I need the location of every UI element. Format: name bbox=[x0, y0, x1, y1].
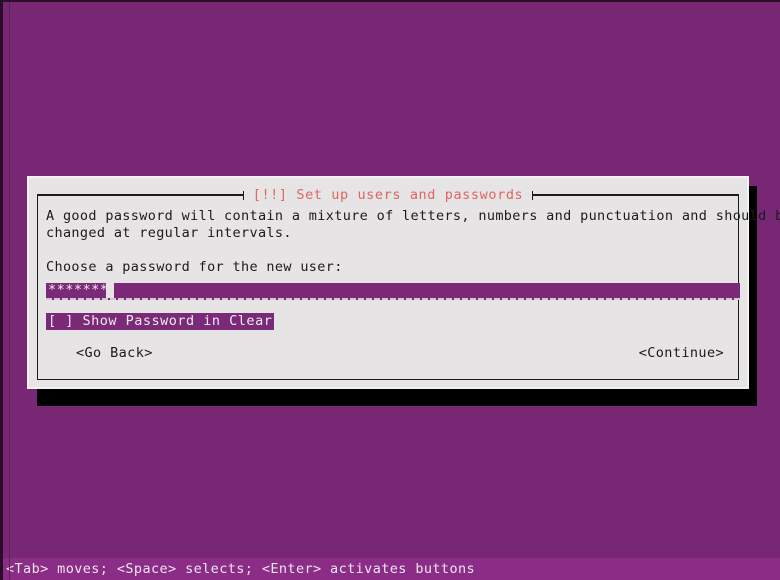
dialog-button-row: <Go Back> <Continue> bbox=[46, 344, 730, 362]
password-field-underline bbox=[46, 298, 740, 300]
setup-dialog: [!!] Set up users and passwords A good p… bbox=[27, 176, 780, 389]
text-cursor bbox=[106, 283, 114, 298]
description-line-1: A good password will contain a mixture o… bbox=[46, 208, 780, 224]
dialog-title-row: [!!] Set up users and passwords bbox=[37, 187, 739, 203]
text-spacer bbox=[46, 242, 730, 259]
password-input-row[interactable]: ******* bbox=[46, 283, 740, 302]
show-password-row[interactable]: [ ] Show Password in Clear bbox=[46, 313, 730, 330]
go-back-button[interactable]: <Go Back> bbox=[76, 344, 153, 362]
description-line-2: changed at regular intervals. bbox=[46, 225, 292, 241]
dialog-body: A good password will contain a mixture o… bbox=[46, 208, 780, 362]
continue-button[interactable]: <Continue> bbox=[639, 344, 724, 362]
title-rule-left bbox=[37, 190, 244, 200]
dialog-title: [!!] Set up users and passwords bbox=[243, 187, 533, 203]
status-bar-hint: <Tab> moves; <Space> selects; <Enter> ac… bbox=[3, 558, 780, 580]
password-masked-value: ******* bbox=[48, 282, 109, 298]
title-rule-right bbox=[532, 190, 739, 200]
password-input[interactable]: ******* bbox=[46, 283, 740, 298]
show-password-checkbox[interactable]: [ ] Show Password in Clear bbox=[46, 313, 275, 330]
password-prompt-label: Choose a password for the new user: bbox=[46, 259, 343, 275]
console-screen: [!!] Set up users and passwords A good p… bbox=[0, 0, 780, 580]
